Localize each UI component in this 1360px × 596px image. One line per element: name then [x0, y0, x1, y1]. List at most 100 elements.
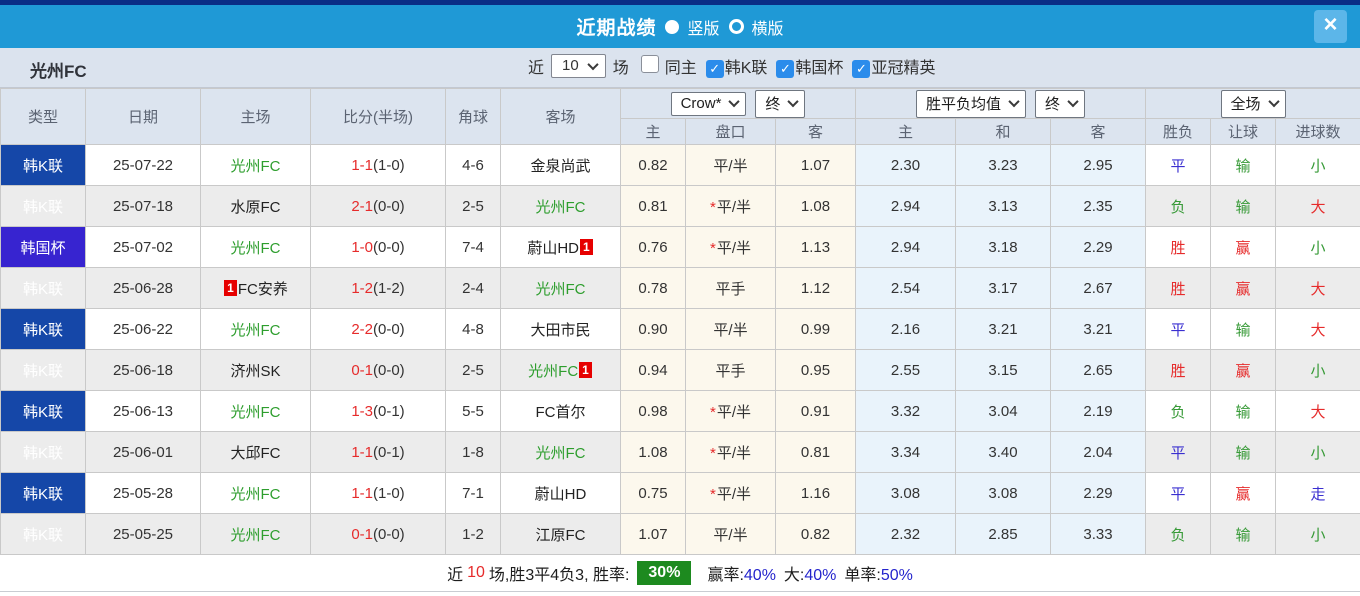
- away-team-name: 光州FC: [535, 444, 586, 462]
- corners-cell: 1-8: [445, 431, 501, 473]
- home-team-name: 光州FC: [230, 157, 281, 175]
- odds-select-group: 胜平负均值 终: [855, 88, 1147, 119]
- ah-away-odds-cell: 0.82: [774, 513, 857, 555]
- avg-home-cell: 2.54: [855, 267, 957, 309]
- avg-home-cell: 2.94: [855, 185, 957, 227]
- full-time-score: 1-2: [351, 279, 373, 297]
- col-goals: 进球数: [1275, 118, 1360, 145]
- ah-home-odds-cell: 0.98: [620, 390, 686, 432]
- radio-unselected-icon[interactable]: [728, 19, 744, 34]
- avg-away-cell: 2.29: [1050, 472, 1147, 514]
- ah-line-text: 平/半: [716, 239, 751, 257]
- league-cell: 韩K联: [0, 144, 86, 186]
- away-team-cell: 蔚山HD: [500, 472, 621, 514]
- ah-home-odds-cell: 1.07: [620, 513, 686, 555]
- filter-bar: 光州FC 近 10 场 同主 ✓ 韩K联 ✓ 韩国杯 ✓ 亚冠精英: [0, 48, 1360, 88]
- avg-away-cell: 2.65: [1050, 349, 1147, 391]
- avg-home-cell: 3.34: [855, 431, 957, 473]
- summary-bar: 近 10 场,胜3平4负3, 胜率: 30% 赢率:40% 大:40% 单率:50%: [0, 555, 1360, 592]
- checkbox-checked-icon[interactable]: ✓: [852, 60, 871, 78]
- table-row: 韩K联 25-05-28 光州FC 1-1(1-0) 7-1 蔚山HD 0.75 *平/半 1.…: [0, 472, 1360, 514]
- avg-draw-cell: 3.08: [955, 472, 1052, 514]
- checkbox-checked-icon[interactable]: ✓: [776, 60, 795, 78]
- col-avg-away: 客: [1050, 118, 1147, 145]
- ah-home-odds-cell: 0.82: [620, 144, 686, 186]
- handicap-status-select[interactable]: 终: [755, 89, 806, 118]
- ah-line-text: 平/半: [716, 403, 751, 421]
- score-cell: 0-1(0-0): [310, 513, 446, 555]
- handicap-result-cell: 赢: [1210, 472, 1277, 514]
- half-time-score: (0-0): [373, 361, 405, 379]
- results-table: 类型 日期 主场 比分(半场) 角球 客场 Crow* 终 胜平负均值 终 全场…: [0, 88, 1360, 555]
- ah-line-cell: *平/半: [685, 226, 776, 268]
- away-team-cell: 金泉尚武: [500, 144, 621, 186]
- odds-company-select[interactable]: 胜平负均值: [916, 89, 1027, 118]
- ah-home-odds-cell: 0.76: [620, 226, 686, 268]
- half-time-score: (0-0): [373, 197, 405, 215]
- scope-select[interactable]: 全场: [1220, 89, 1286, 118]
- table-row: 韩K联 25-07-22 光州FC 1-1(1-0) 4-6 金泉尚武 0.82 平/半 1.0…: [0, 144, 1360, 186]
- ah-away-odds-cell: 1.07: [774, 144, 857, 186]
- table-row: 韩K联 25-06-18 济州SK 0-1(0-0) 2-5 光州FC 1 0.94 平手 0.9…: [0, 349, 1360, 391]
- scope-select-group: 全场: [1145, 88, 1360, 119]
- avg-draw-cell: 3.18: [955, 226, 1052, 268]
- goals-result-cell: 小: [1275, 431, 1360, 473]
- layout-option-horizontal[interactable]: 横版: [728, 15, 784, 39]
- avg-draw-cell: 3.21: [955, 308, 1052, 350]
- date-cell: 25-06-13: [85, 390, 201, 432]
- away-team-cell: 光州FC 1: [500, 349, 621, 391]
- checkbox-checked-icon[interactable]: ✓: [705, 60, 724, 78]
- match-count-select[interactable]: 10: [551, 54, 606, 78]
- result-cell: 负: [1145, 513, 1212, 555]
- ah-line-cell: 平/半: [685, 308, 776, 350]
- result-cell: 胜: [1145, 267, 1212, 309]
- corners-cell: 1-2: [445, 513, 501, 555]
- radio-selected-icon[interactable]: [665, 19, 680, 34]
- ah-line-text: 平/半: [716, 198, 751, 216]
- ah-home-odds-cell: 0.78: [620, 267, 686, 309]
- scope-value: 全场: [1230, 95, 1261, 113]
- home-team-cell: 光州FC: [200, 308, 311, 350]
- table-row: 韩K联 25-06-28 1 FC安养 1-2(1-2) 2-4 光州FC 0.78 平手 1.1…: [0, 267, 1360, 309]
- result-cell: 平: [1145, 472, 1212, 514]
- home-team-name: FC安养: [237, 280, 288, 298]
- checkbox-unchecked-icon[interactable]: [640, 55, 659, 73]
- odds-status-select[interactable]: 终: [1035, 89, 1086, 118]
- handicap-result-cell: 输: [1210, 431, 1277, 473]
- col-ah-home: 主: [620, 118, 686, 145]
- live-star-icon: *: [709, 403, 716, 421]
- ah-away-odds-cell: 1.13: [774, 226, 857, 268]
- home-team-cell: 济州SK: [200, 349, 311, 391]
- ah-line-text: 平/半: [716, 485, 751, 503]
- date-cell: 25-06-18: [85, 349, 201, 391]
- away-team-cell: 江原FC: [500, 513, 621, 555]
- checkbox-zone: 同主 ✓ 韩K联 ✓ 韩国杯 ✓ 亚冠精英: [629, 54, 935, 78]
- ah-line-cell: *平/半: [685, 431, 776, 473]
- corners-cell: 4-8: [445, 308, 501, 350]
- away-team-name: 光州FC: [528, 362, 579, 380]
- handicap-result-cell: 输: [1210, 513, 1277, 555]
- close-icon[interactable]: ×: [1314, 10, 1347, 43]
- half-time-score: (0-0): [373, 320, 405, 338]
- corners-cell: 2-5: [445, 185, 501, 227]
- league-cell: 韩K联: [0, 431, 86, 473]
- avg-away-cell: 3.21: [1050, 308, 1147, 350]
- layout-option-vertical[interactable]: 竖版: [665, 15, 720, 39]
- full-time-score: 1-3: [351, 402, 373, 420]
- full-time-score: 1-1: [351, 156, 373, 174]
- goals-result-cell: 小: [1275, 144, 1360, 186]
- goals-result-cell: 大: [1275, 308, 1360, 350]
- result-cell: 平: [1145, 144, 1212, 186]
- ah-line-cell: 平手: [685, 267, 776, 309]
- table-row: 韩K联 25-07-18 水原FC 2-1(0-0) 2-5 光州FC 0.81 *平/半 1.…: [0, 185, 1360, 227]
- goals-result-cell: 小: [1275, 226, 1360, 268]
- ah-line-cell: *平/半: [685, 390, 776, 432]
- chevron-down-icon: [1067, 95, 1079, 108]
- corners-cell: 5-5: [445, 390, 501, 432]
- ah-away-odds-cell: 0.95: [774, 349, 857, 391]
- col-avg-draw: 和: [955, 118, 1052, 145]
- ah-home-odds-cell: 0.81: [620, 185, 686, 227]
- home-team-cell: 光州FC: [200, 513, 311, 555]
- half-time-score: (0-1): [373, 402, 405, 420]
- handicap-company-select[interactable]: Crow*: [670, 91, 747, 116]
